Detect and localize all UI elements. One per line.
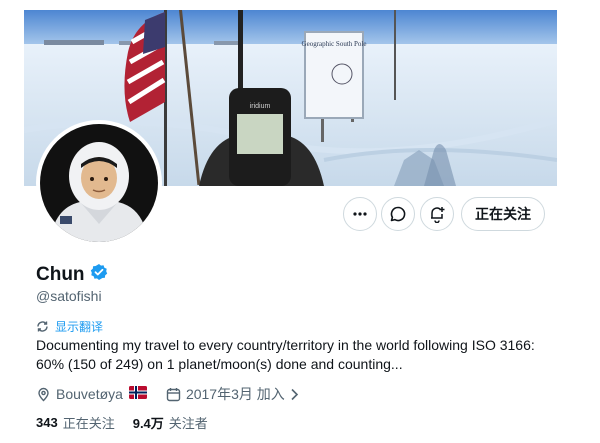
norway-flag-icon — [128, 386, 152, 402]
followers-stat[interactable]: 9.4万 关注者 — [133, 413, 208, 432]
message-icon — [390, 206, 406, 222]
handle: @satofishi — [36, 288, 102, 304]
location-pin-icon — [38, 387, 49, 401]
profile-meta: Bouvetøya 2017年3月 加入 — [36, 384, 318, 404]
followers-count: 9.4万 — [132, 416, 164, 431]
following-button[interactable]: 正在关注 — [461, 197, 545, 231]
location-item: Bouvetøya — [36, 386, 152, 402]
translate-label: 显示翻译 — [55, 320, 104, 334]
following-count: 343 — [36, 415, 58, 430]
device-brand: iridium — [250, 103, 271, 110]
profile-bio: Documenting my travel to every country/t… — [36, 337, 535, 372]
sign-title: Geographic South Pole — [302, 40, 367, 48]
display-name: Chun — [36, 263, 85, 285]
joined-item: 2017年3月 加入 — [166, 384, 304, 404]
more-button[interactable] — [343, 197, 377, 231]
joined-text: 2017年3月 加入 — [185, 386, 285, 402]
following-label: 正在关注 — [62, 416, 115, 431]
message-button[interactable] — [381, 197, 415, 231]
followers-label: 关注者 — [168, 416, 208, 431]
following-stat[interactable]: 343 正在关注 — [36, 413, 115, 432]
notification-bell-icon — [431, 207, 445, 223]
profile-stats: 343 正在关注 9.4万 关注者 — [36, 413, 226, 432]
show-translation-link[interactable]: 显示翻译 — [36, 318, 103, 335]
more-icon — [353, 212, 367, 216]
location-text: Bouvetøya — [56, 386, 123, 402]
profile-actions: 正在关注 — [0, 197, 600, 233]
notify-button[interactable] — [420, 197, 454, 231]
profile-name-row: Chun — [36, 263, 108, 286]
verified-badge-icon[interactable] — [90, 263, 108, 286]
chevron-right-icon[interactable] — [290, 388, 299, 401]
calendar-icon — [166, 387, 181, 401]
translate-icon — [37, 321, 48, 332]
